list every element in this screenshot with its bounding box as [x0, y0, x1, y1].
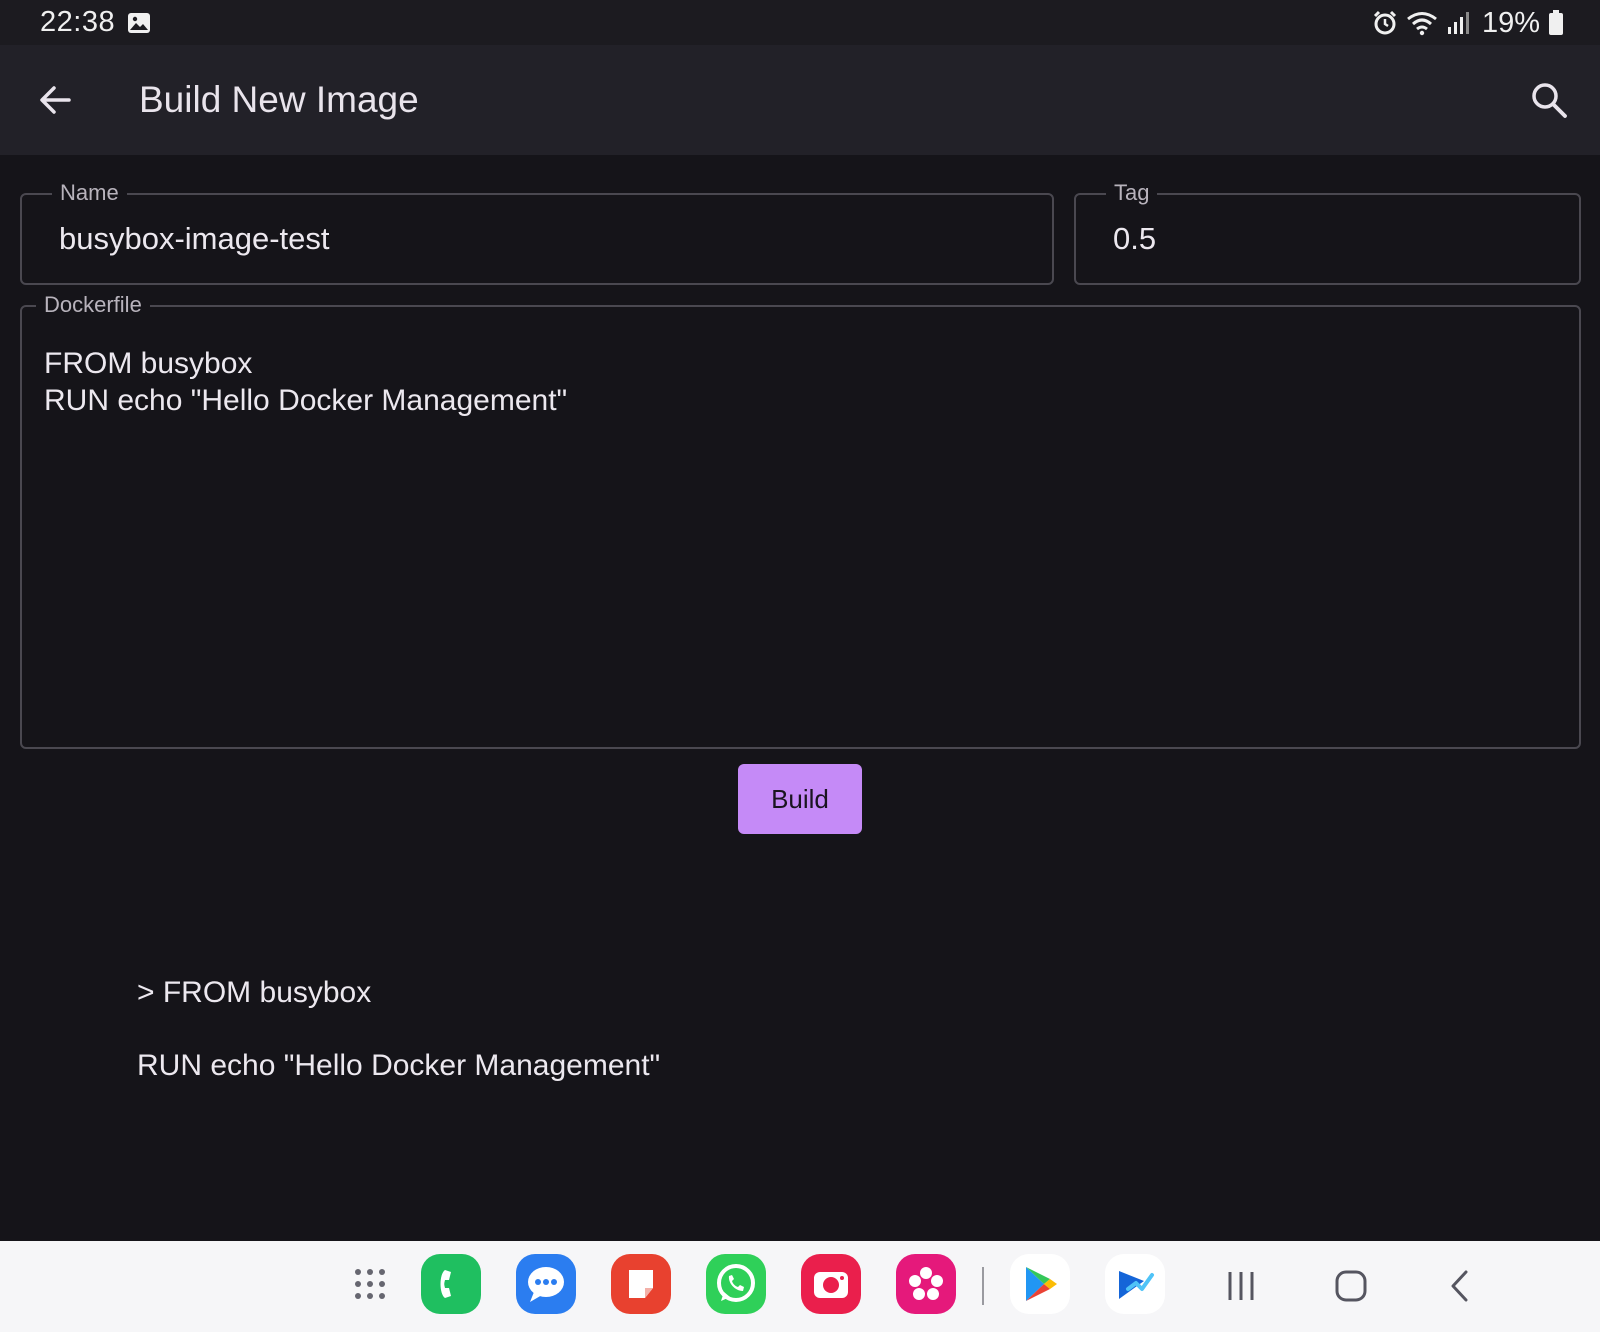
taskbar: [0, 1241, 1600, 1332]
home-button[interactable]: [1326, 1261, 1376, 1311]
notes-app-button[interactable]: [611, 1254, 671, 1314]
name-input[interactable]: [22, 195, 1052, 283]
apps-grid-icon: [355, 1269, 385, 1299]
back-nav-button[interactable]: [1436, 1261, 1486, 1311]
build-output-line: RUN echo "Hello Docker Management": [137, 1049, 661, 1082]
wifi-icon: [1407, 12, 1437, 36]
whatsapp-app-icon: [717, 1264, 755, 1302]
phone-app-button[interactable]: [421, 1254, 481, 1314]
arrow-left-icon: [40, 86, 71, 114]
home-icon: [1335, 1270, 1367, 1302]
name-field[interactable]: Name: [20, 179, 1054, 285]
notes-app-icon: [629, 1270, 653, 1298]
status-icons: 19%: [1372, 6, 1564, 40]
gallery-app-button[interactable]: [896, 1254, 956, 1314]
recents-icon: [1228, 1272, 1254, 1300]
back-button[interactable]: [30, 75, 80, 125]
signal-icon: [1447, 12, 1469, 34]
camera-app-icon: [814, 1272, 848, 1298]
play-store-icon: [1026, 1267, 1057, 1301]
recents-button[interactable]: [1216, 1261, 1266, 1311]
dockerfile-field-label: Dockerfile: [36, 291, 150, 319]
battery-percentage: 19%: [1481, 6, 1540, 39]
messages-app-button[interactable]: [516, 1254, 576, 1314]
photo-icon: [128, 13, 150, 33]
dockerfile-field[interactable]: Dockerfile FROM busybox RUN echo "Hello D…: [20, 291, 1581, 749]
apps-grid-button[interactable]: [340, 1254, 400, 1314]
dock-divider: [982, 1267, 984, 1305]
alarm-icon: [1373, 10, 1397, 35]
dockerfile-line: FROM busybox: [44, 347, 253, 380]
status-time: 22:38: [40, 6, 116, 38]
messages-app-icon: [528, 1267, 564, 1302]
dockerfile-textarea[interactable]: FROM busybox RUN echo "Hello Docker Manag…: [44, 345, 567, 419]
tag-field[interactable]: Tag: [1074, 179, 1581, 285]
search-icon: [1532, 83, 1567, 118]
tag-input[interactable]: [1076, 195, 1579, 283]
gallery-app-icon: [909, 1267, 943, 1300]
build-output-line: > FROM busybox: [137, 976, 372, 1009]
page-title: Build New Image: [139, 79, 419, 120]
status-bar: 22:38 19%: [0, 0, 1600, 45]
build-button[interactable]: Build: [738, 764, 862, 834]
docker-app-icon: [1119, 1271, 1154, 1299]
phone-app-icon: [440, 1270, 451, 1298]
docker-app-button[interactable]: [1105, 1254, 1165, 1314]
play-store-button[interactable]: [1010, 1254, 1070, 1314]
camera-app-button[interactable]: [801, 1254, 861, 1314]
search-button[interactable]: [1524, 75, 1574, 125]
dockerfile-line: RUN echo "Hello Docker Management": [44, 384, 568, 417]
app-bar: Build New Image: [0, 45, 1600, 155]
battery-icon: [1549, 10, 1563, 35]
back-nav-icon: [1451, 1270, 1468, 1302]
whatsapp-app-button[interactable]: [706, 1254, 766, 1314]
